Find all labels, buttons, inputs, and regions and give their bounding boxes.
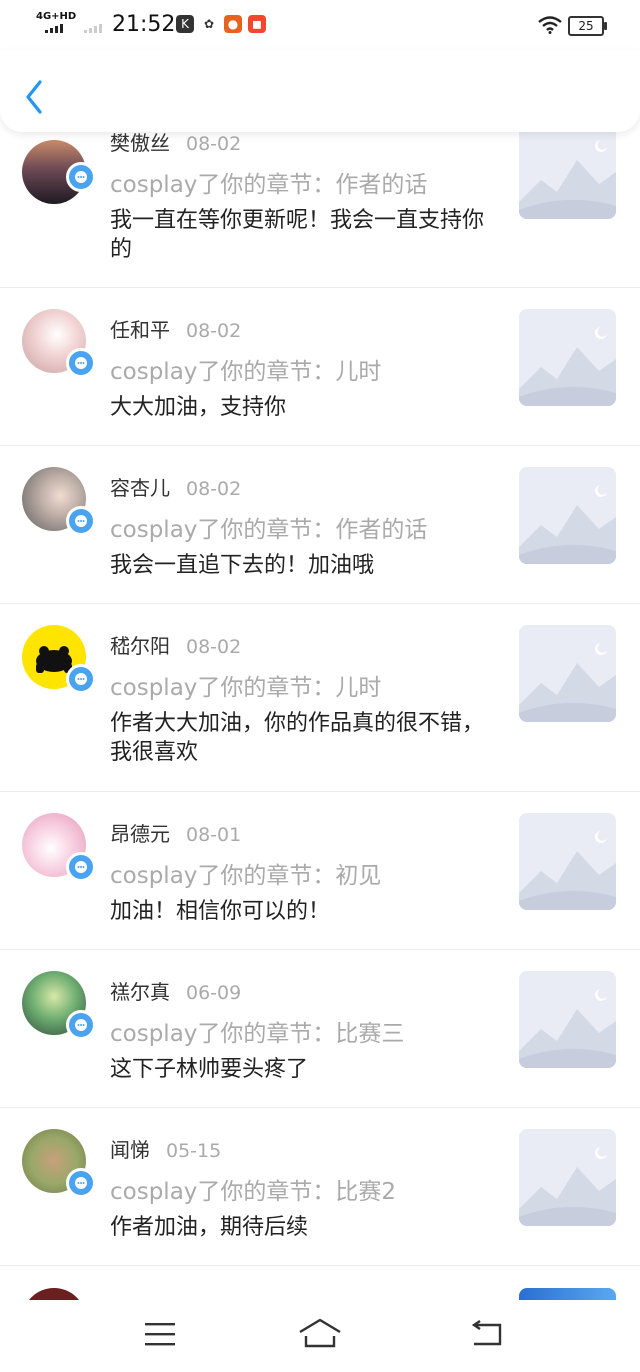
chapter-subject: cosplay了你的章节：初见 [110,863,382,889]
signal-icon-secondary [84,24,102,33]
comment-icon [66,162,96,192]
chapter-thumbnail[interactable] [519,813,616,910]
comment-text: 我会一直追下去的！加油哦 [110,553,375,578]
comment-text: 大大加油，支持你 [110,395,287,420]
chapter-thumbnail[interactable] [519,467,616,564]
comment-text: 我一直在等你更新呢！我会一直支持你的 [110,208,485,262]
comment-text: 这下子林帅要头疼了 [110,1057,309,1082]
notification-icons: K ✿ ● ◼ [176,15,266,33]
list-item[interactable]: 樊傲丝 08-02 cosplay了你的章节：作者的话 我一直在等你更新呢！我会一… [0,118,640,288]
user-name[interactable]: 昂德元 [110,822,170,846]
comment-icon [66,664,96,694]
wifi-icon [538,16,562,38]
signal-icon [45,24,63,33]
user-name[interactable]: 容杏儿 [110,476,170,500]
wechat-icon: ✿ [200,15,218,33]
date: 05-15 [166,1140,222,1162]
back-icon[interactable] [470,1320,506,1352]
network-indicator: 4G+HD [36,11,77,22]
top-app-bar [0,50,640,132]
comment-text: 作者大大加油，你的作品真的很不错，我很喜欢 [110,711,485,765]
system-nav-bar [0,1300,640,1372]
list-item[interactable]: 昂德元 08-01 cosplay了你的章节：初见 加油！相信你可以的！ [0,791,640,950]
chapter-thumbnail[interactable] [519,1129,616,1226]
list-item[interactable]: 任和平 08-02 cosplay了你的章节：儿时 大大加油，支持你 [0,287,640,446]
list-item[interactable]: 容杏儿 08-02 cosplay了你的章节：作者的话 我会一直追下去的！加油哦 [0,445,640,604]
date: 08-02 [186,320,242,342]
date: 08-02 [186,478,242,500]
comment-icon [66,852,96,882]
chapter-subject: cosplay了你的章节：比赛三 [110,1021,405,1047]
comment-text: 加油！相信你可以的！ [110,899,331,924]
battery-icon: 25 [568,16,607,36]
chapter-subject: cosplay了你的章节：儿时 [110,675,382,701]
list-item[interactable] [0,1266,640,1300]
date: 08-01 [186,824,242,846]
list-item[interactable]: 禚尔真 06-09 cosplay了你的章节：比赛三 这下子林帅要头疼了 [0,949,640,1108]
date: 08-02 [186,636,242,658]
user-name[interactable]: 禚尔真 [110,980,170,1004]
home-icon[interactable] [298,1318,342,1354]
user-name[interactable]: 任和平 [110,318,170,342]
clock: 21:52 [112,12,176,37]
chapter-subject: cosplay了你的章节：作者的话 [110,172,428,198]
list-item[interactable]: 嵇尔阳 08-02 cosplay了你的章节：儿时 作者大大加油，你的作品真的很不… [0,603,640,792]
list-item[interactable]: 闻悌 05-15 cosplay了你的章节：比赛2 作者加油，期待后续 [0,1107,640,1266]
chapter-thumbnail[interactable] [519,1288,616,1300]
pumpkin-app-icon: ● [224,15,242,33]
chapter-subject: cosplay了你的章节：儿时 [110,359,382,385]
k-app-icon: K [176,15,194,33]
comment-icon [66,348,96,378]
chapter-subject: cosplay了你的章节：作者的话 [110,517,428,543]
chevron-left-icon [26,80,42,114]
status-bar: 4G+HD 21:52 K ✿ ● ◼ 25 [0,0,640,50]
date: 06-09 [186,982,242,1004]
comment-icon [66,1168,96,1198]
user-name[interactable]: 闻悌 [110,1138,150,1162]
chapter-thumbnail[interactable] [519,122,616,219]
chapter-subject: cosplay了你的章节：比赛2 [110,1179,397,1205]
back-button[interactable] [20,78,50,116]
date: 08-02 [186,133,242,155]
menu-icon[interactable] [144,1320,176,1352]
user-name[interactable]: 嵇尔阳 [110,634,170,658]
user-name[interactable]: 樊傲丝 [110,131,170,155]
chapter-thumbnail[interactable] [519,625,616,722]
avatar[interactable] [22,1288,86,1300]
notification-list: 樊傲丝 08-02 cosplay了你的章节：作者的话 我一直在等你更新呢！我会一… [0,0,640,1300]
comment-icon [66,1010,96,1040]
chapter-thumbnail[interactable] [519,971,616,1068]
comment-icon [66,506,96,536]
comment-text: 作者加油，期待后续 [110,1215,309,1240]
chapter-thumbnail[interactable] [519,309,616,406]
shop-app-icon: ◼ [248,15,266,33]
